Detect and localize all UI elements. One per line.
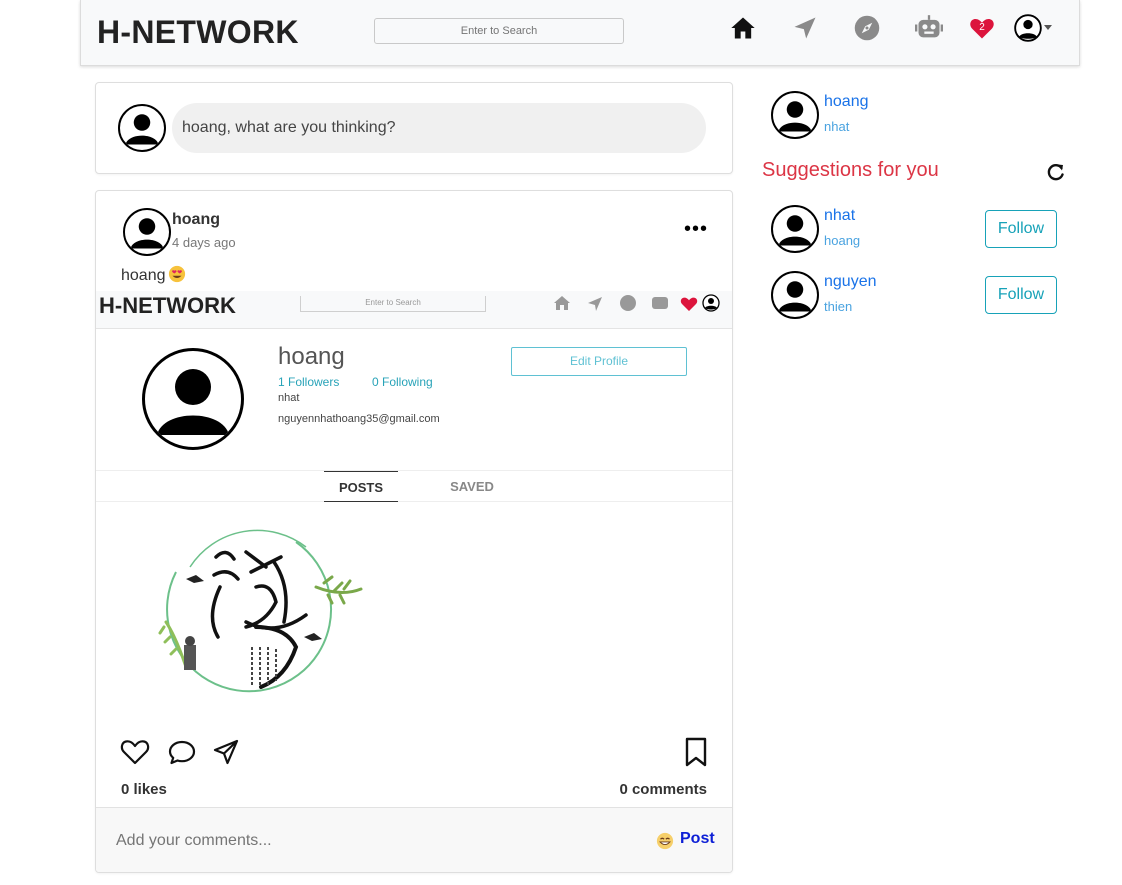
post-actions <box>96 736 732 776</box>
bot-icon[interactable] <box>915 14 943 42</box>
post-content-text: hoang <box>121 267 166 284</box>
post-text: hoang <box>121 265 186 285</box>
home-icon[interactable] <box>729 14 757 42</box>
image-tabs: POSTS SAVED <box>96 470 732 502</box>
bookmark-icon[interactable] <box>680 736 712 768</box>
image-navbar: H-NETWORK Enter to Search <box>96 291 732 329</box>
chevron-down-icon <box>1044 25 1052 30</box>
avatar[interactable] <box>771 271 819 319</box>
image-username: nhat <box>278 392 300 404</box>
suggestion-name[interactable]: nguyen <box>824 273 877 291</box>
image-followers: 1 Followers <box>278 375 340 389</box>
image-tab-saved: SAVED <box>450 479 494 494</box>
comment-input[interactable] <box>116 828 616 854</box>
image-profile-name: hoang <box>278 343 345 370</box>
current-user-username: nhat <box>824 119 850 134</box>
comments-count[interactable]: 0 comments <box>619 781 707 798</box>
heart-eyes-emoji-icon <box>168 265 185 283</box>
image-search: Enter to Search <box>300 296 486 312</box>
post-card: hoang 4 days ago ••• hoang H-NETWORK Ent… <box>95 190 733 873</box>
likes-count[interactable]: 0 likes <box>121 781 167 798</box>
image-brand: H-NETWORK <box>99 293 236 318</box>
compass-icon[interactable] <box>853 14 881 42</box>
comment-icon[interactable] <box>166 736 198 768</box>
refresh-icon[interactable] <box>1046 162 1066 182</box>
image-profile-avatar <box>142 348 244 450</box>
send-icon[interactable] <box>791 14 819 42</box>
top-navbar: H-NETWORK 2 <box>80 0 1080 66</box>
image-edit-profile-button: Edit Profile <box>511 347 687 376</box>
suggestion-username: thien <box>824 299 853 314</box>
share-send-icon[interactable] <box>210 736 242 768</box>
suggestion-username: hoang <box>824 233 861 248</box>
comment-bar: Post <box>96 807 732 872</box>
current-user-name[interactable]: hoang <box>824 93 869 111</box>
image-following: 0 Following <box>372 375 433 389</box>
status-input[interactable]: hoang, what are you thinking? <box>172 103 706 153</box>
post-comment-button[interactable]: Post <box>680 830 715 848</box>
brand-logo[interactable]: H-NETWORK <box>97 14 299 51</box>
user-menu[interactable] <box>1014 14 1052 42</box>
status-composer: hoang, what are you thinking? <box>95 82 733 174</box>
emoji-picker-icon[interactable] <box>656 832 674 850</box>
post-timestamp: 4 days ago <box>172 235 236 250</box>
like-heart-icon[interactable] <box>119 736 151 768</box>
image-email: nguyennhathoang35@gmail.com <box>278 413 440 425</box>
calligraphy-artwork <box>158 529 363 693</box>
heart-icon[interactable]: 2 <box>968 14 996 42</box>
avatar[interactable] <box>123 208 171 256</box>
follow-button[interactable]: Follow <box>985 276 1057 314</box>
avatar[interactable] <box>118 104 166 152</box>
user-icon <box>1014 14 1042 42</box>
notification-count: 2 <box>979 22 985 33</box>
suggestion-name[interactable]: nhat <box>824 207 855 225</box>
follow-button[interactable]: Follow <box>985 210 1057 248</box>
post-image[interactable]: H-NETWORK Enter to Search hoang 1 Follow… <box>96 291 732 723</box>
image-nav-icons <box>554 294 720 312</box>
search-input[interactable] <box>375 19 623 43</box>
image-tab-posts: POSTS <box>324 471 398 502</box>
suggestions-title: Suggestions for you <box>762 159 939 181</box>
avatar[interactable] <box>771 205 819 253</box>
post-author[interactable]: hoang <box>172 211 220 229</box>
search-box[interactable] <box>374 18 624 44</box>
more-options-icon[interactable]: ••• <box>684 219 708 239</box>
avatar[interactable] <box>771 91 819 139</box>
